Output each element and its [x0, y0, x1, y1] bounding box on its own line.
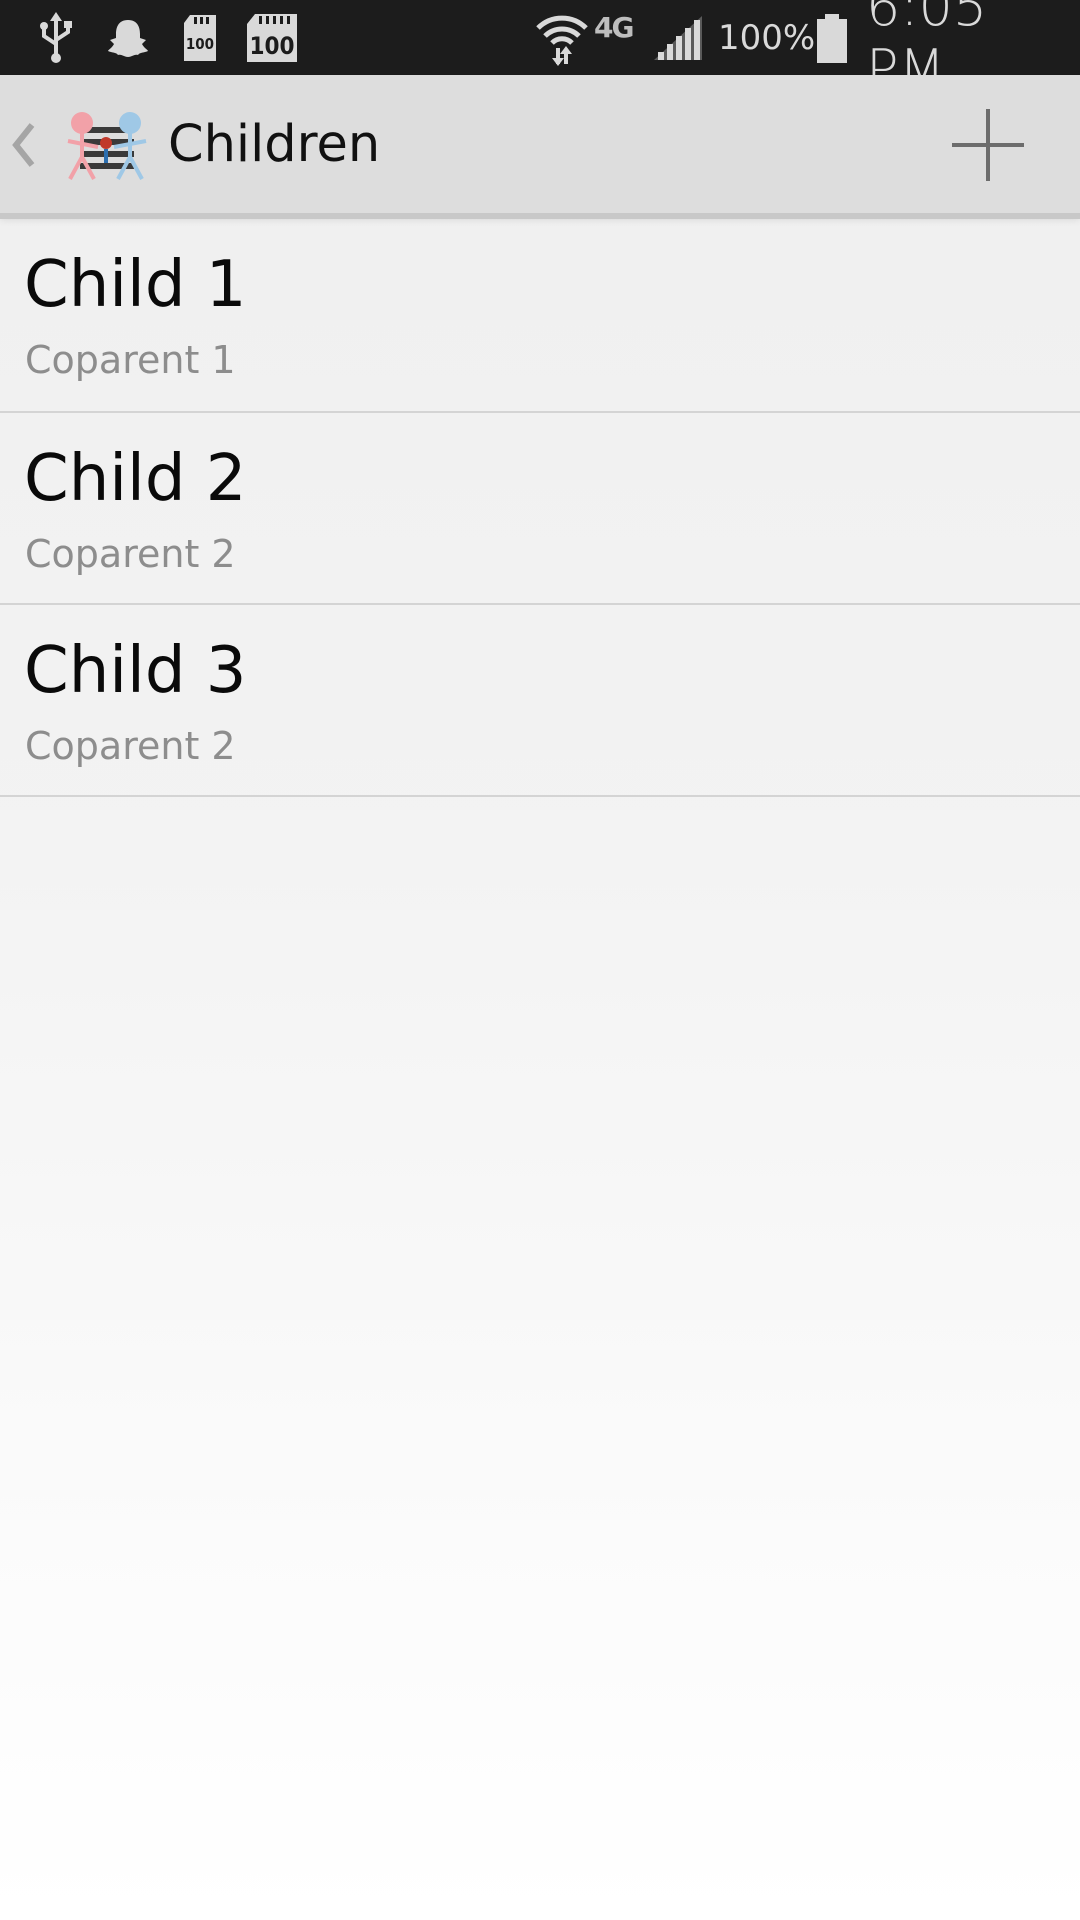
children-list: Child 1 Coparent 1 Child 2 Coparent 2 Ch…: [0, 219, 1080, 797]
list-item[interactable]: Child 2 Coparent 2: [0, 413, 1080, 605]
battery-percent: 100%: [718, 17, 816, 58]
sd-card-label: 100: [185, 34, 215, 53]
status-bar: 100 100 4G 100% 6:05 PM: [0, 0, 1080, 101]
coparent-name: Coparent 2: [25, 724, 236, 768]
snapchat-ghost-icon: [104, 0, 152, 75]
battery-icon: [814, 0, 850, 75]
app-logo-icon[interactable]: [66, 111, 148, 183]
add-child-button[interactable]: [950, 107, 1026, 183]
child-name: Child 1: [24, 248, 247, 322]
list-item[interactable]: Child 3 Coparent 2: [0, 605, 1080, 797]
list-item[interactable]: Child 1 Coparent 1: [0, 219, 1080, 413]
storage-label: 100: [249, 31, 295, 60]
child-name: Child 2: [24, 442, 247, 516]
coparent-name: Coparent 2: [25, 532, 236, 576]
action-bar: Children: [0, 75, 1080, 219]
signal-icon: [652, 0, 704, 75]
clock: 6:05 PM: [866, 0, 988, 101]
wifi-icon: [534, 0, 590, 75]
page-title: Children: [168, 114, 381, 174]
coparent-name: Coparent 1: [25, 338, 236, 382]
plus-icon: [952, 109, 1024, 181]
4g-lte-icon: 4G: [594, 11, 634, 44]
usb-icon: [36, 0, 76, 75]
child-name: Child 3: [24, 634, 247, 708]
back-chevron-icon[interactable]: [8, 117, 38, 173]
